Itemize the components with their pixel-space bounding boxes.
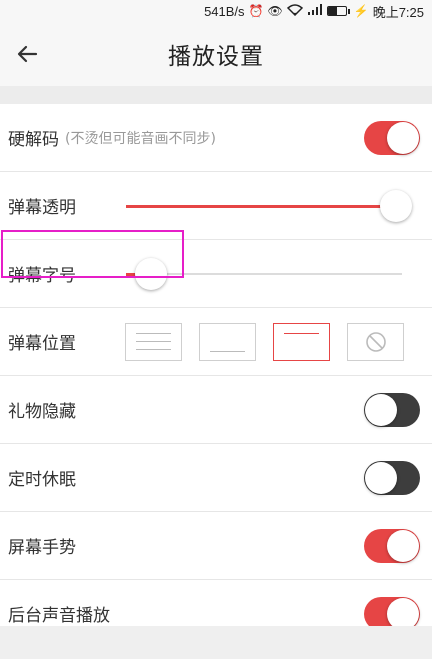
nav-header: 播放设置 [0, 22, 432, 86]
screen-gestures-toggle[interactable] [364, 528, 420, 563]
position-bottom-button[interactable] [199, 322, 256, 361]
danmaku-font-size-slider[interactable] [126, 257, 402, 290]
position-disable-button[interactable] [347, 322, 404, 361]
slider-track [126, 272, 402, 275]
setting-label: 礼物隐藏 [8, 402, 76, 422]
settings-list: 硬解码 (不烫但可能音画不同步) 弹幕透明 弹幕字号 弹幕位置 礼物隐藏 定时休… [0, 104, 432, 648]
disable-icon [365, 331, 386, 352]
setting-label: 硬解码 [8, 130, 59, 150]
setting-label: 弹幕位置 [8, 334, 76, 354]
signal-icon [307, 3, 323, 19]
toggle-knob [387, 597, 419, 630]
danmaku-position-options [125, 322, 404, 361]
back-button[interactable] [14, 40, 42, 68]
sleep-timer-toggle[interactable] [364, 460, 420, 495]
status-bar: 541B/s ⏰ 👁 ⚡ 晚上7:25 [0, 0, 432, 22]
eye-icon: 👁 [267, 4, 283, 18]
setting-screen-gestures: 屏幕手势 [0, 512, 432, 580]
setting-label: 定时休眠 [8, 470, 76, 490]
slider-thumb[interactable] [380, 189, 413, 222]
setting-danmaku-position: 弹幕位置 [0, 308, 432, 376]
charging-icon: ⚡ [353, 4, 369, 18]
setting-hardware-decode: 硬解码 (不烫但可能音画不同步) [0, 104, 432, 172]
setting-hide-gifts: 礼物隐藏 [0, 376, 432, 444]
clock: 晚上7:25 [372, 4, 424, 20]
net-speed: 541B/s [204, 3, 245, 19]
toggle-knob [365, 393, 397, 426]
page-title: 播放设置 [168, 44, 264, 70]
position-top-button[interactable] [273, 322, 330, 361]
setting-label: 后台声音播放 [8, 606, 110, 626]
setting-label: 屏幕手势 [8, 538, 76, 558]
setting-label: 弹幕字号 [8, 266, 76, 286]
setting-label: 弹幕透明 [8, 198, 76, 218]
toggle-knob [387, 121, 419, 154]
setting-hint: (不烫但可能音画不同步) [65, 130, 216, 147]
battery-icon [326, 6, 350, 16]
hide-gifts-toggle[interactable] [364, 392, 420, 427]
arrow-left-icon [17, 45, 38, 63]
slider-thumb[interactable] [134, 257, 167, 290]
position-full-button[interactable] [125, 322, 182, 361]
setting-danmaku-opacity: 弹幕透明 [0, 172, 432, 240]
slider-progress [126, 204, 397, 208]
section-gap [0, 86, 432, 104]
danmaku-opacity-slider[interactable] [126, 189, 413, 222]
toggle-knob [387, 529, 419, 562]
hardware-decode-toggle[interactable] [364, 120, 420, 155]
alarm-icon: ⏰ [248, 4, 264, 18]
bottom-spacer [0, 626, 432, 659]
wifi-icon [286, 3, 303, 19]
setting-sleep-timer: 定时休眠 [0, 444, 432, 512]
toggle-knob [365, 461, 397, 494]
setting-danmaku-font-size: 弹幕字号 [0, 240, 432, 308]
